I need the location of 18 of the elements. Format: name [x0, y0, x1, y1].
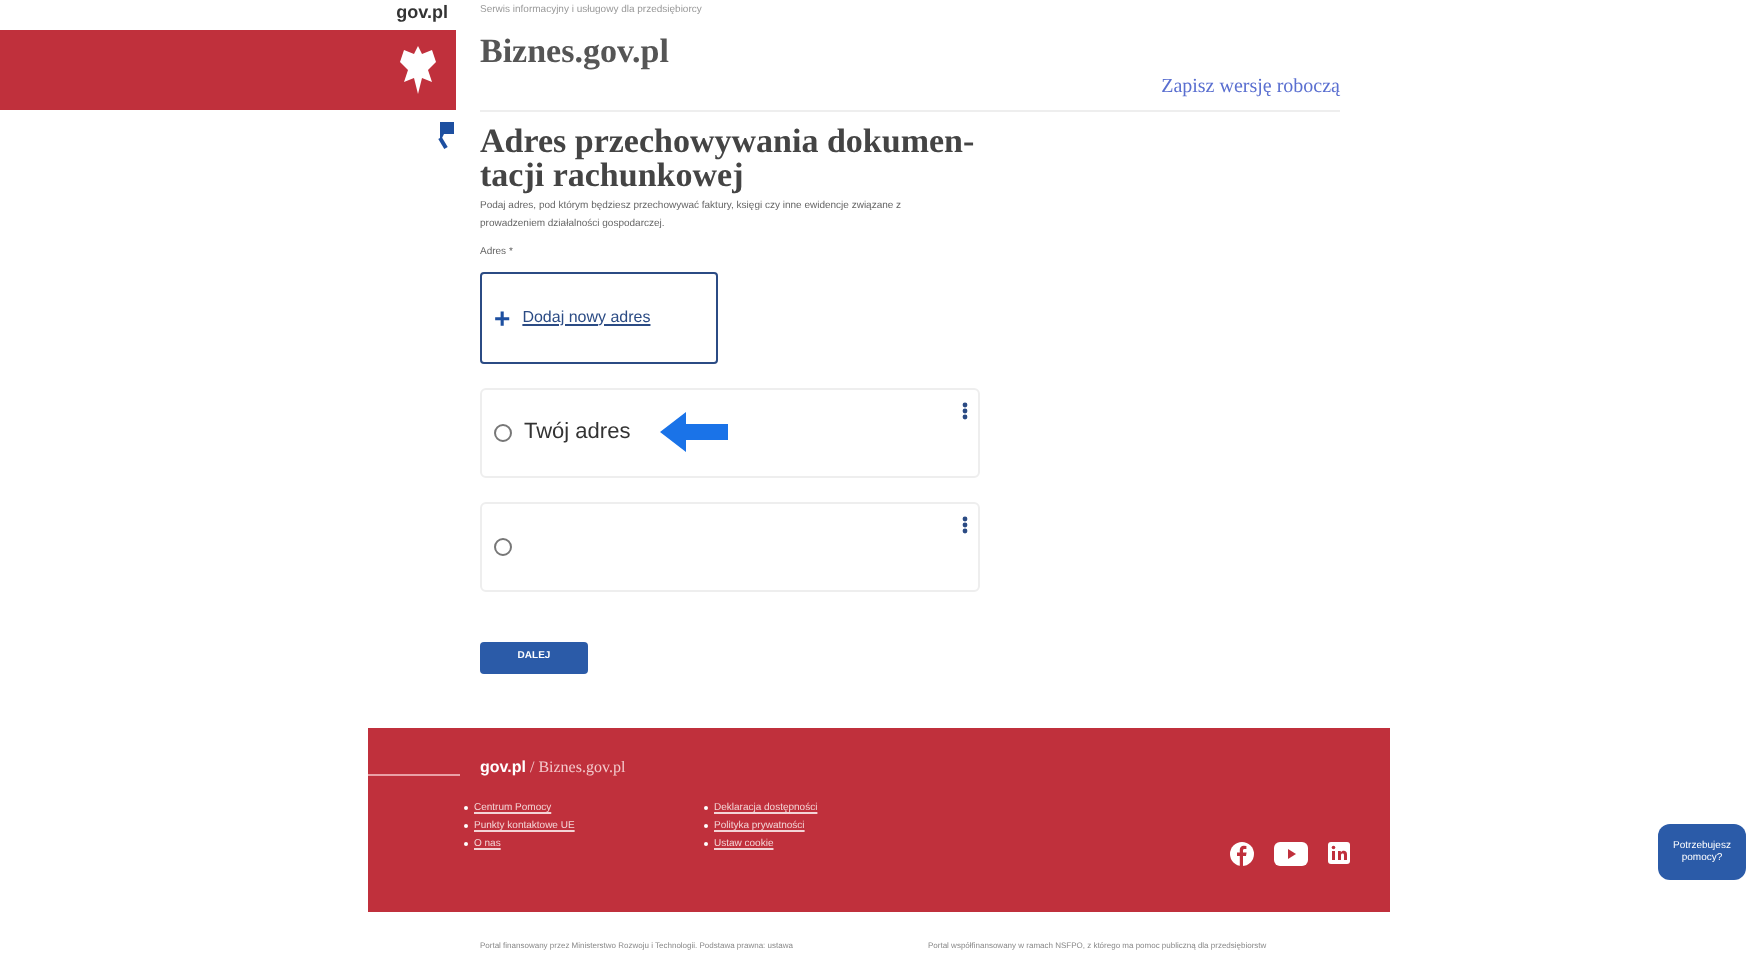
more-options-icon[interactable]	[962, 401, 968, 419]
plus-icon: +	[494, 303, 511, 331]
gov-logo[interactable]: gov.pl	[396, 0, 456, 24]
save-draft-link[interactable]: Zapisz wersję roboczą	[1161, 72, 1340, 102]
footer-site-name[interactable]: / Biznes.gov.pl	[529, 755, 626, 780]
radio-button[interactable]	[494, 423, 512, 441]
radio-button[interactable]	[494, 537, 512, 555]
facebook-icon[interactable]	[1230, 841, 1254, 866]
footer-gov-logo[interactable]: gov.pl	[480, 755, 526, 780]
address-card[interactable]: Twój adres	[480, 387, 980, 477]
add-address-button[interactable]: + Dodaj nowy adres	[480, 271, 718, 363]
eagle-emblem-icon	[396, 42, 440, 98]
linkedin-icon[interactable]	[1328, 842, 1350, 865]
site-title[interactable]: Biznes.gov.pl	[480, 32, 1340, 72]
address-label: Twój adres	[524, 417, 631, 448]
more-options-icon[interactable]	[962, 515, 968, 533]
page-heading: Adres przechowywania dokumen-tacji rachunkowej	[480, 124, 977, 192]
youtube-icon[interactable]	[1274, 841, 1308, 866]
